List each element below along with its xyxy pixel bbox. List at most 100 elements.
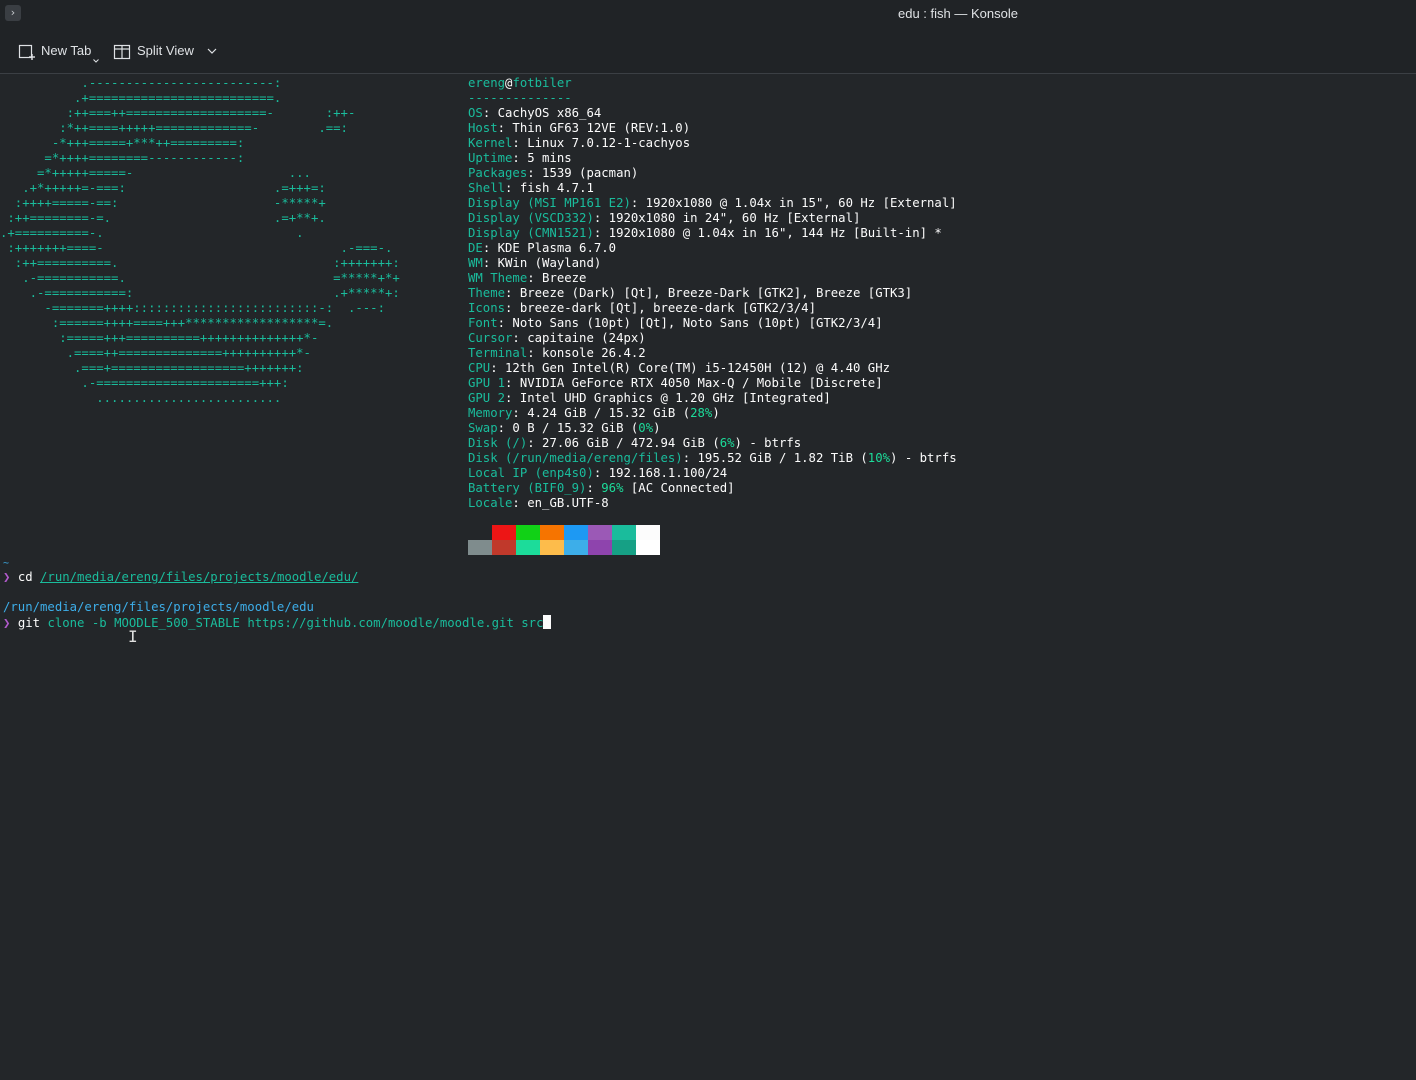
- info-value-suffix: ) - btrfs: [890, 451, 957, 465]
- window-menu-icon[interactable]: ›: [5, 5, 21, 21]
- info-percent: 6%: [719, 436, 735, 450]
- color-swatch: [468, 540, 492, 555]
- new-tab-dropdown-icon[interactable]: [93, 59, 99, 63]
- color-swatch: [564, 525, 588, 540]
- user-host-line: ereng@fotbiler: [468, 76, 572, 91]
- logo-line: .-===========. =*****+*+: [0, 271, 400, 285]
- text-cursor: [543, 615, 552, 629]
- logo-line: =*++++========------------:: [0, 151, 245, 165]
- info-row: Local IP (enp4s0): 192.168.1.100/24: [468, 466, 727, 481]
- logo-line: =*+++++=====- ...: [0, 166, 311, 180]
- info-value-suffix: ) - btrfs: [734, 436, 802, 450]
- info-row: Swap: 0 B / 15.32 GiB (0%): [468, 421, 661, 436]
- color-swatch: [636, 540, 660, 555]
- info-key: OS: [468, 106, 483, 120]
- separator-line: --------------: [468, 91, 572, 105]
- info-key: Display (MSI MP161 E2): [468, 196, 631, 210]
- info-value: : 1920x1080 in 24", 60 Hz [External]: [593, 211, 861, 225]
- toolbar: New Tab Split View: [0, 30, 1416, 74]
- info-key: Disk (/run/media/ereng/files): [468, 451, 683, 465]
- info-row: Disk (/run/media/ereng/files): 195.52 Gi…: [468, 451, 957, 466]
- command-argument: /run/media/ereng/files/projects/moodle/e…: [40, 570, 359, 584]
- info-key: Display (VSCD332): [468, 211, 594, 225]
- info-row: WM: KWin (Wayland): [468, 256, 601, 271]
- info-key: Disk (/): [468, 436, 528, 450]
- info-row: Display (MSI MP161 E2): 1920x1080 @ 1.04…: [468, 196, 957, 211]
- info-value: : Intel UHD Graphics @ 1.20 GHz [Integra…: [505, 391, 831, 405]
- info-value: : 27.06 GiB / 472.94 GiB (: [527, 436, 720, 450]
- chevron-down-icon[interactable]: [207, 48, 217, 54]
- logo-line: :++++=====-==: -*****+: [0, 196, 326, 210]
- logo-line: :++==========. :+++++++:: [0, 256, 400, 270]
- logo-line: .====++==============++++++++++*-: [0, 346, 311, 360]
- new-tab-button[interactable]: New Tab: [14, 40, 102, 63]
- info-value: : en_GB.UTF-8: [512, 496, 609, 510]
- info-key: Packages: [468, 166, 528, 180]
- command-line: ❯ git clone -b MOODLE_500_STABLE https:/…: [3, 615, 552, 630]
- logo-line: :*++====+++++=============- .==:: [0, 121, 348, 135]
- info-value-suffix: ): [712, 406, 720, 420]
- info-key: Display (CMN1521): [468, 226, 594, 240]
- hostname: fotbiler: [512, 76, 572, 90]
- info-key: Swap: [468, 421, 498, 435]
- color-swatch: [540, 525, 564, 540]
- logo-line: .........................: [0, 391, 282, 405]
- info-row: CPU: 12th Gen Intel(R) Core(TM) i5-12450…: [468, 361, 890, 376]
- color-swatch: [612, 525, 636, 540]
- info-key: Locale: [468, 496, 513, 510]
- info-value: : capitaine (24px): [512, 331, 646, 345]
- color-swatch: [636, 525, 660, 540]
- info-row: Memory: 4.24 GiB / 15.32 GiB (28%): [468, 406, 720, 421]
- logo-line: .+*+++++=-===: .=+++=:: [0, 181, 326, 195]
- color-swatch: [492, 525, 516, 540]
- command-name: cd: [17, 570, 41, 584]
- terminal-area[interactable]: .-------------------------: .+==========…: [0, 74, 1416, 1080]
- info-percent: 28%: [690, 406, 713, 420]
- logo-line: -*+++=====+***++=========:: [0, 136, 245, 150]
- info-key: Host: [468, 121, 498, 135]
- info-row: Display (VSCD332): 1920x1080 in 24", 60 …: [468, 211, 860, 226]
- split-view-label: Split View: [137, 43, 194, 58]
- info-value: : Linux 7.0.12-1-cachyos: [512, 136, 691, 150]
- cwd-line: /run/media/ereng/files/projects/moodle/e…: [3, 600, 314, 614]
- logo-line: .+=========================.: [0, 91, 282, 105]
- color-swatch: [540, 540, 564, 555]
- command-name: git: [17, 616, 48, 630]
- info-key: Theme: [468, 286, 506, 300]
- info-value: : 5 mins: [512, 151, 572, 165]
- info-value: : 4.24 GiB / 15.32 GiB (: [512, 406, 691, 420]
- info-key: Icons: [468, 301, 506, 315]
- info-row: Theme: Breeze (Dark) [Qt], Breeze-Dark […: [468, 286, 912, 301]
- logo-line: :======++++====+++******************=.: [0, 316, 334, 330]
- info-percent: 96%: [601, 481, 624, 495]
- info-key: Shell: [468, 181, 506, 195]
- logo-line: .-======================+++:: [0, 376, 289, 390]
- info-key: Uptime: [468, 151, 513, 165]
- info-row: OS: CachyOS x86_64: [468, 106, 601, 121]
- split-view-button[interactable]: Split View: [110, 40, 220, 62]
- info-row: Host: Thin GF63 12VE (REV:1.0): [468, 121, 690, 136]
- info-key: Kernel: [468, 136, 513, 150]
- home-marker: ~: [3, 558, 10, 569]
- info-row: Locale: en_GB.UTF-8: [468, 496, 609, 511]
- info-value-suffix: [AC Connected]: [623, 481, 735, 495]
- info-value: : 0 B / 15.32 GiB (: [497, 421, 639, 435]
- info-value: : 1539 (pacman): [527, 166, 639, 180]
- prompt-symbol: ❯: [3, 616, 18, 630]
- command-last-argument: src: [521, 616, 544, 630]
- info-value: : NVIDIA GeForce RTX 4050 Max-Q / Mobile…: [505, 376, 883, 390]
- logo-line: :=====+++==========++++++++++++++*-: [0, 331, 319, 345]
- color-swatch: [564, 540, 588, 555]
- color-swatch: [516, 525, 540, 540]
- info-key: GPU 1: [468, 376, 506, 390]
- logo-line: .-===========: .+*****+:: [0, 286, 400, 300]
- logo-line: :++===++===================- :++-: [0, 106, 356, 120]
- info-row: Battery (BIF0_9): 96% [AC Connected]: [468, 481, 735, 496]
- info-key: Terminal: [468, 346, 528, 360]
- info-value: : 195.52 GiB / 1.82 TiB (: [682, 451, 868, 465]
- info-value: : konsole 26.4.2: [527, 346, 646, 360]
- text-cursor-icon: I: [128, 627, 138, 646]
- info-row: GPU 1: NVIDIA GeForce RTX 4050 Max-Q / M…: [468, 376, 883, 391]
- new-tab-icon: [18, 44, 35, 60]
- info-key: Local IP (enp4s0): [468, 466, 594, 480]
